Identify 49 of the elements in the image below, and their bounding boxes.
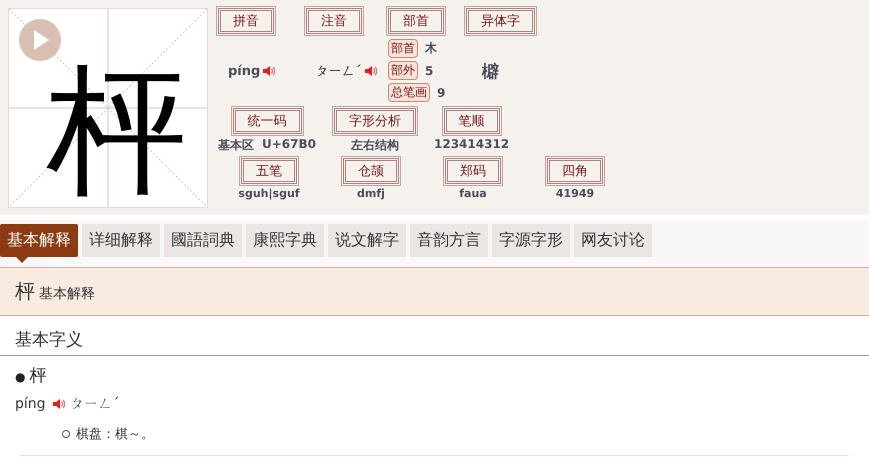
- field-label: 统一码: [232, 108, 302, 134]
- field-label: 字形分析: [334, 108, 416, 134]
- section-title: 基本解释: [39, 285, 95, 303]
- field-label: 笔顺: [444, 108, 500, 134]
- zhuyin-text: ㄆㄧㄥˊ: [316, 63, 362, 80]
- field-label: 异体字: [466, 8, 535, 34]
- tab[interactable]: 详细解释: [82, 224, 160, 257]
- tab[interactable]: 说文解字: [328, 224, 406, 257]
- pinyin-text: píng: [228, 64, 260, 78]
- field-value: 41949: [556, 187, 594, 200]
- field-value: sguh|sguf: [238, 187, 300, 200]
- field-label: 五笔: [241, 158, 297, 184]
- field-label: 部首: [388, 8, 444, 34]
- tab[interactable]: 康熙字典: [246, 224, 324, 257]
- tab[interactable]: 字源字形: [492, 224, 570, 257]
- field-value: U+67B0: [262, 137, 316, 153]
- character-glyph: 枰: [47, 61, 187, 201]
- field-value: dmfj: [357, 187, 385, 200]
- field-label: 仓颉: [343, 158, 399, 184]
- tab[interactable]: 基本解释: [0, 224, 78, 257]
- tab[interactable]: 國語詞典: [164, 224, 242, 257]
- bullet-mark: ●: [15, 370, 26, 384]
- field-value: 左右结构: [351, 137, 399, 154]
- bullet-icon: [62, 430, 70, 438]
- field-label: 注音: [306, 8, 362, 34]
- field-label: 四角: [547, 158, 603, 184]
- fact-tag: 部首: [388, 39, 418, 58]
- fact-tag: 总笔画: [388, 83, 430, 102]
- fact-value: 9: [437, 86, 446, 100]
- field-value: 基本区: [218, 137, 254, 154]
- pinyin-text: píng: [15, 396, 46, 412]
- field-value: 123414312: [434, 137, 510, 151]
- field-label: 郑码: [445, 158, 501, 184]
- definition-text: 棋盘：棋～。: [76, 426, 154, 443]
- field-value: faua: [459, 187, 487, 200]
- fact-tag: 部外: [388, 61, 418, 80]
- entry-character: 枰: [29, 366, 46, 386]
- subsection-heading: 基本字义: [0, 316, 869, 356]
- tab[interactable]: 网友讨论: [574, 224, 652, 257]
- zhuyin-text: ㄆㄧㄥˊ: [70, 395, 120, 413]
- fact-value: 木: [425, 40, 437, 57]
- section-character: 枰: [15, 278, 35, 305]
- field-label: 拼音: [218, 8, 274, 34]
- variant-character[interactable]: 檘: [466, 60, 556, 82]
- tab[interactable]: 音韵方言: [410, 224, 488, 257]
- speaker-icon[interactable]: [262, 65, 276, 77]
- speaker-icon[interactable]: [364, 65, 376, 77]
- fact-value: 5: [425, 64, 434, 78]
- speaker-icon[interactable]: [52, 398, 65, 410]
